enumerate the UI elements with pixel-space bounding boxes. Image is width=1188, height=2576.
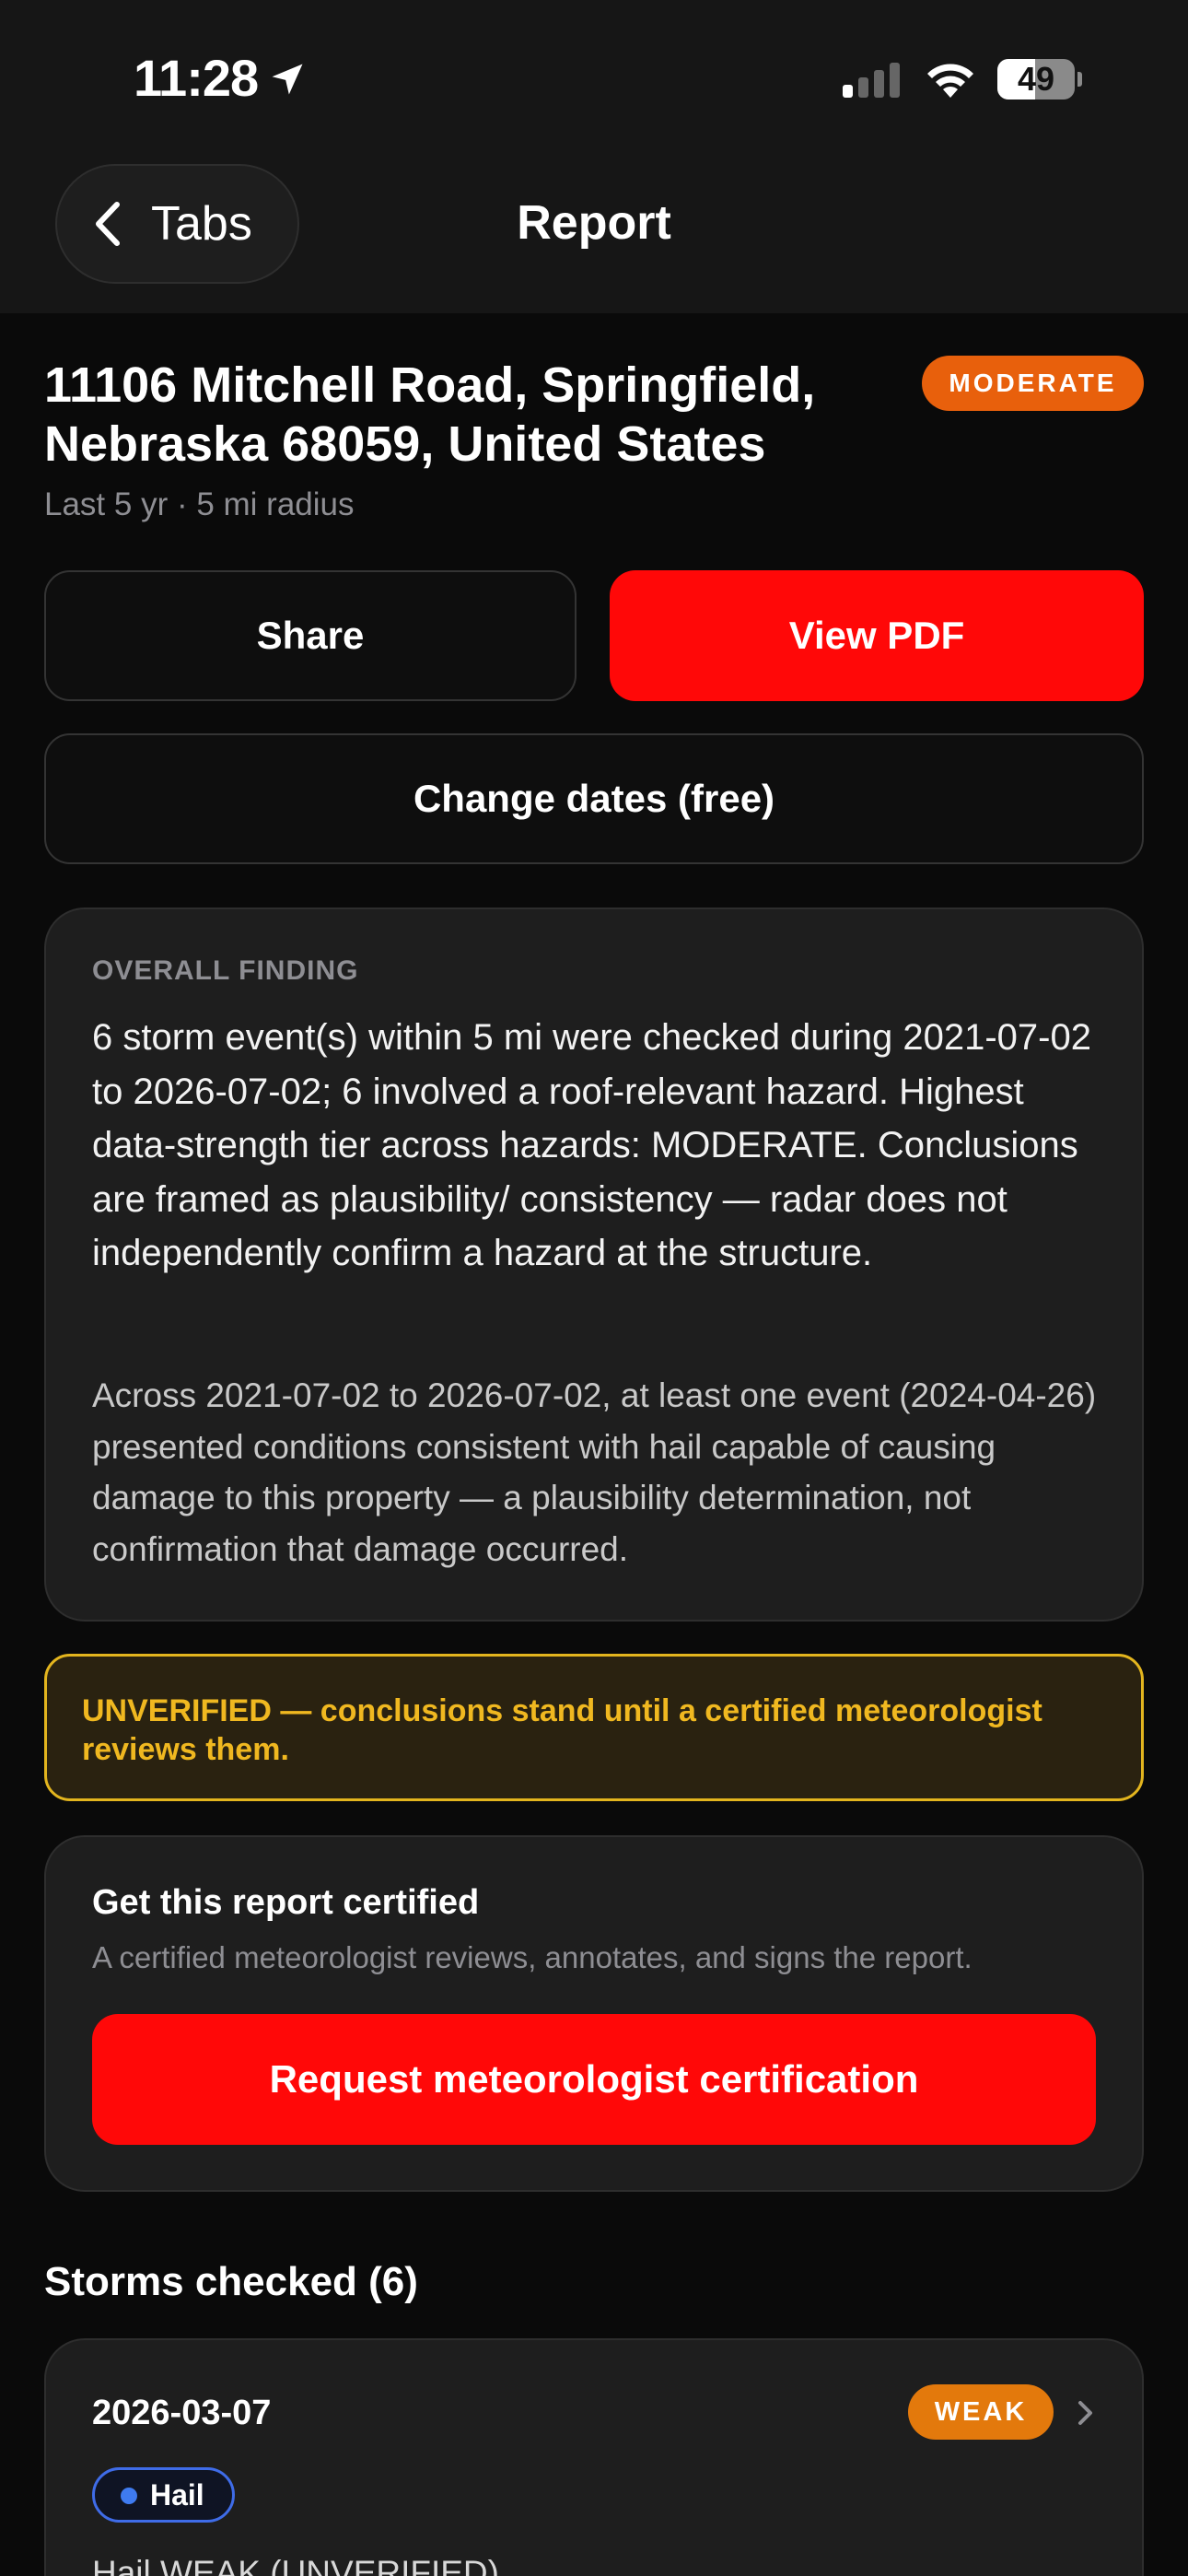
request-certification-button[interactable]: Request meteorologist certification bbox=[92, 2014, 1096, 2145]
cellular-signal-icon bbox=[843, 63, 900, 98]
share-button[interactable]: Share bbox=[44, 570, 577, 701]
storm-date: 2026-03-07 bbox=[92, 2394, 272, 2432]
status-time: 11:28 bbox=[134, 49, 259, 107]
hazard-label: Hail bbox=[150, 2478, 204, 2512]
view-pdf-button[interactable]: View PDF bbox=[610, 570, 1144, 701]
hazard-chip-hail: Hail bbox=[92, 2467, 235, 2523]
overall-tier-badge: MODERATE bbox=[922, 356, 1144, 411]
chevron-right-icon bbox=[1078, 2401, 1092, 2425]
change-dates-button[interactable]: Change dates (free) bbox=[44, 733, 1144, 864]
finding-label: OVERALL FINDING bbox=[92, 955, 359, 986]
finding-summary: 6 storm event(s) within 5 mi were checke… bbox=[92, 1017, 1091, 1273]
wifi-icon bbox=[927, 64, 973, 98]
location-arrow-icon bbox=[272, 64, 303, 95]
finding-detail: Across 2021-07-02 to 2026-07-02, at leas… bbox=[92, 1376, 1097, 1568]
certification-subtitle: A certified meteorologist reviews, annot… bbox=[92, 1940, 973, 1974]
report-subtitle: Last 5 yr · 5 mi radius bbox=[44, 486, 355, 522]
report-address: 11106 Mitchell Road, Springfield, Nebras… bbox=[44, 357, 816, 472]
storms-section-title: Storms checked (6) bbox=[44, 2259, 418, 2304]
page-title: Report bbox=[517, 196, 671, 250]
overall-finding-card: OVERALL FINDING 6 storm event(s) within … bbox=[44, 907, 1144, 1622]
certification-card: Get this report certified A certified me… bbox=[44, 1835, 1144, 2192]
status-bar: 11:28 49 bbox=[0, 0, 1188, 147]
storm-card[interactable]: 2026-03-07 WEAK Hail Hail WEAK (UNVERIFI… bbox=[44, 2338, 1144, 2576]
certification-title: Get this report certified bbox=[92, 1883, 480, 1922]
storm-tier-badge: WEAK bbox=[908, 2384, 1054, 2440]
battery-level: 49 bbox=[1017, 60, 1055, 98]
hazard-dot-icon bbox=[121, 2488, 137, 2504]
navigation-bar: Tabs Report bbox=[0, 147, 1188, 313]
storm-summary: Hail WEAK (UNVERIFIED) bbox=[92, 2554, 499, 2576]
unverified-warning: UNVERIFIED — conclusions stand until a c… bbox=[44, 1654, 1144, 1801]
battery-icon: 49 bbox=[997, 59, 1082, 100]
